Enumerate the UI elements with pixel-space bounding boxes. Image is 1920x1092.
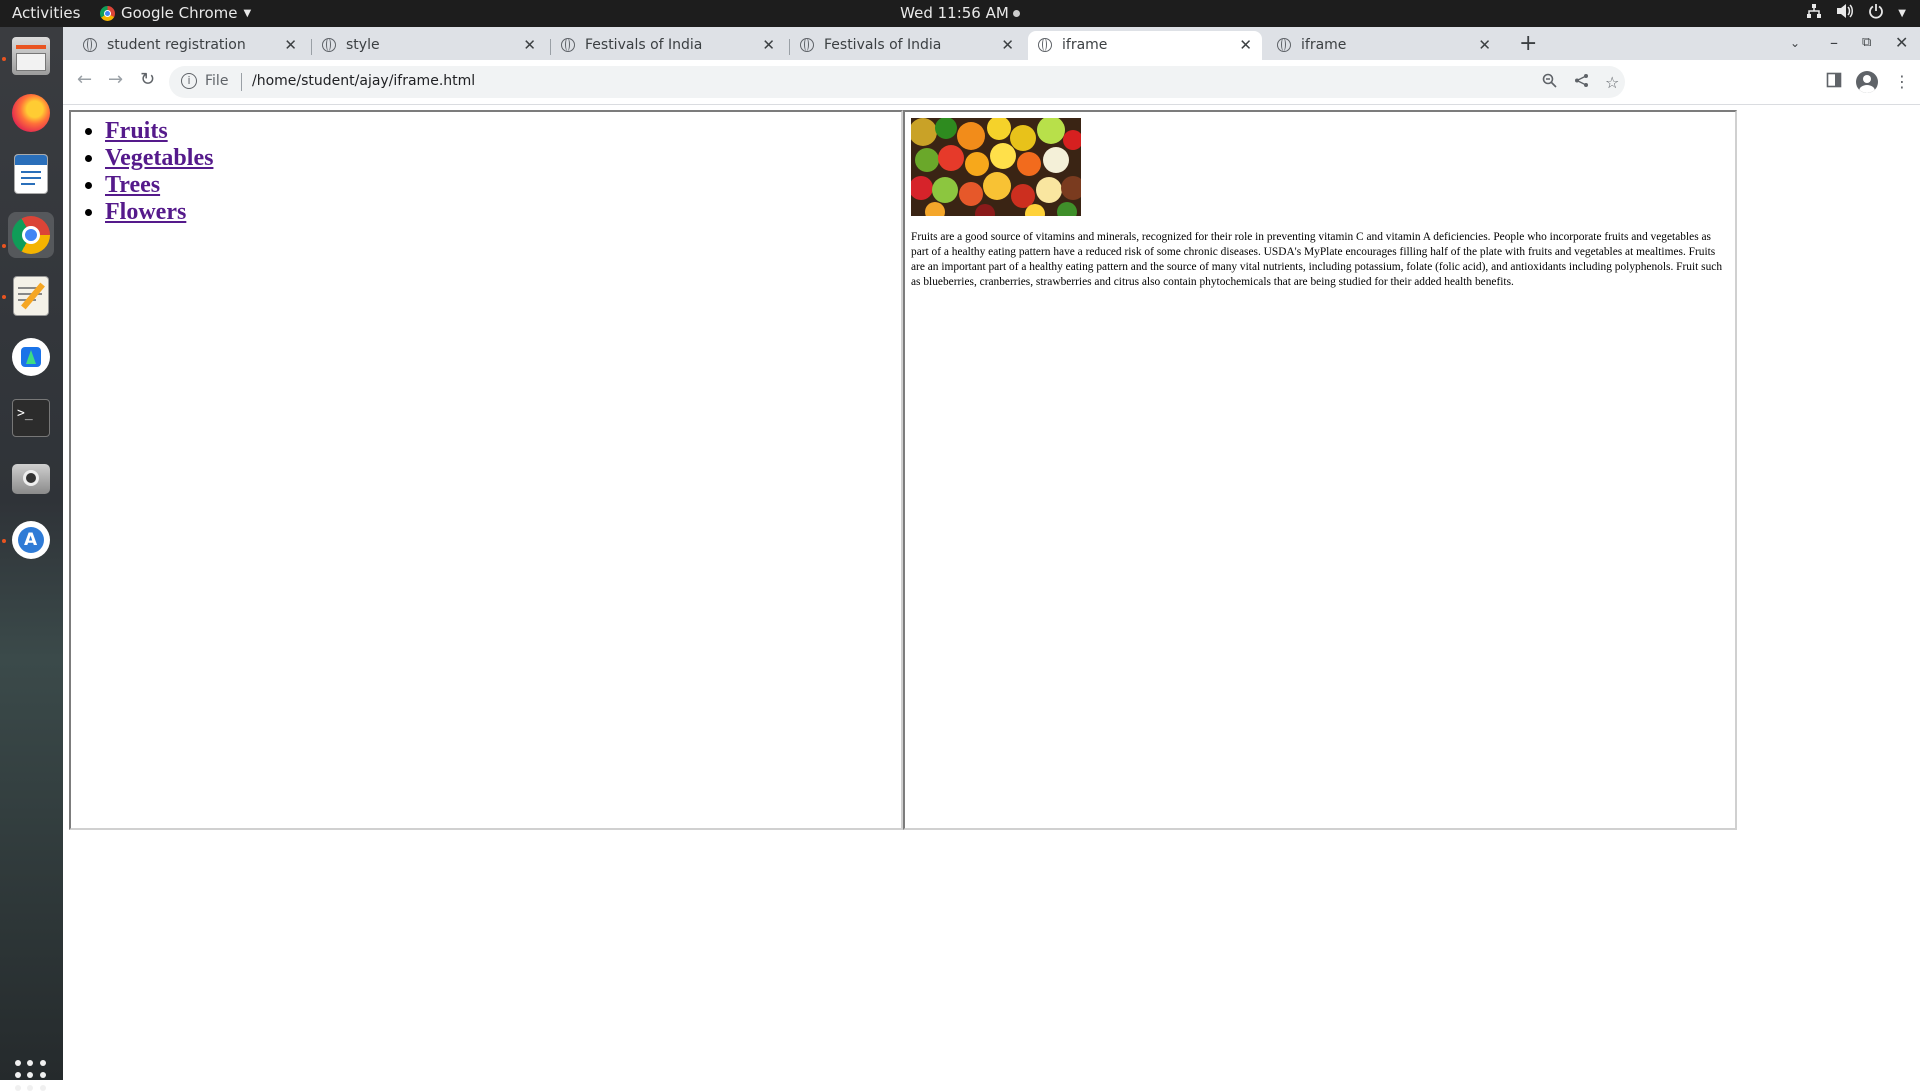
- caret-down-icon: ▼: [243, 7, 252, 19]
- page-viewport: Fruits Vegetables Trees Flowers: [63, 105, 1920, 1080]
- side-panel-icon[interactable]: [1826, 72, 1842, 92]
- share-icon[interactable]: [1574, 73, 1589, 92]
- text-editor-icon[interactable]: [8, 273, 54, 319]
- close-icon[interactable]: ✕: [1239, 31, 1252, 59]
- tab-student-registration[interactable]: student registration ✕: [73, 31, 307, 60]
- apps-grid-icon[interactable]: [15, 1060, 47, 1092]
- tab-style[interactable]: style ✕: [312, 31, 546, 60]
- tab-label: student registration: [107, 37, 246, 53]
- profile-avatar[interactable]: [1856, 71, 1878, 93]
- app-center-icon[interactable]: A: [8, 517, 54, 563]
- minimize-icon[interactable]: –: [1830, 33, 1838, 52]
- list-item: Trees: [105, 172, 901, 199]
- globe-icon: [322, 38, 336, 52]
- firefox-icon[interactable]: [8, 90, 54, 136]
- close-icon[interactable]: ✕: [284, 31, 297, 59]
- zoom-icon[interactable]: [1542, 73, 1557, 92]
- running-indicator: [2, 244, 6, 248]
- address-bar[interactable]: i File /home/student/ajay/iframe.html ☆: [169, 66, 1625, 98]
- iframe-right[interactable]: Fruits are a good source of vitamins and…: [903, 110, 1737, 830]
- scheme-divider: [241, 73, 242, 91]
- url-scheme: File: [205, 73, 229, 89]
- tab-search-icon[interactable]: ⌄: [1790, 36, 1800, 50]
- network-icon[interactable]: [1806, 3, 1822, 23]
- dock: >_ A: [0, 27, 63, 1091]
- link-fruits[interactable]: Fruits: [105, 118, 168, 144]
- app-menu-label: Google Chrome: [121, 4, 238, 22]
- link-list: Fruits Vegetables Trees Flowers: [71, 118, 901, 226]
- close-icon[interactable]: ✕: [762, 31, 775, 59]
- close-icon[interactable]: ✕: [523, 31, 536, 59]
- clock[interactable]: Wed 11:56 AM: [900, 4, 1020, 22]
- bookmark-star-icon[interactable]: ☆: [1605, 73, 1619, 92]
- android-studio-icon[interactable]: [8, 334, 54, 380]
- tab-iframe-active[interactable]: iframe ✕: [1028, 31, 1262, 60]
- url-text[interactable]: /home/student/ajay/iframe.html: [252, 73, 475, 89]
- tab-iframe[interactable]: iframe ✕: [1267, 31, 1501, 60]
- chevron-down-icon[interactable]: ▼: [1898, 8, 1906, 19]
- activities-button[interactable]: Activities: [12, 4, 80, 22]
- tab-festivals-of-india[interactable]: Festivals of India ✕: [551, 31, 785, 60]
- fruits-image: [911, 118, 1081, 216]
- menu-kebab-icon[interactable]: ⋮: [1894, 72, 1910, 91]
- new-tab-button[interactable]: +: [1519, 31, 1537, 57]
- tab-label: style: [346, 37, 380, 53]
- tab-label: iframe: [1301, 37, 1347, 53]
- close-icon[interactable]: ✕: [1001, 31, 1014, 59]
- power-icon[interactable]: [1868, 3, 1884, 23]
- writer-icon[interactable]: [8, 151, 54, 197]
- tab-label: Festivals of India: [585, 37, 703, 53]
- link-trees[interactable]: Trees: [105, 172, 160, 198]
- tab-festivals-of-india-2[interactable]: Festivals of India ✕: [790, 31, 1024, 60]
- globe-icon: [83, 38, 97, 52]
- browser-toolbar: ← → ↻ i File /home/student/ajay/iframe.h…: [63, 60, 1920, 105]
- terminal-icon[interactable]: >_: [8, 395, 54, 441]
- volume-icon[interactable]: [1836, 3, 1854, 23]
- chrome-icon: [100, 5, 115, 21]
- link-flowers[interactable]: Flowers: [105, 199, 186, 225]
- system-top-bar: Activities Google Chrome ▼ Wed 11:56 AM …: [0, 0, 1920, 27]
- files-icon[interactable]: [8, 33, 54, 79]
- reload-icon[interactable]: ↻: [140, 69, 155, 90]
- running-indicator: [2, 295, 6, 299]
- chrome-icon[interactable]: [8, 212, 54, 258]
- notification-dot: [1012, 10, 1020, 17]
- info-icon[interactable]: i: [181, 73, 197, 89]
- list-item: Flowers: [105, 199, 901, 226]
- clock-label: Wed 11:56 AM: [900, 4, 1009, 22]
- globe-icon: [800, 38, 814, 52]
- link-vegetables[interactable]: Vegetables: [105, 145, 213, 171]
- restore-icon[interactable]: ⧉: [1862, 35, 1871, 50]
- tab-label: iframe: [1062, 37, 1108, 53]
- globe-icon: [1038, 38, 1052, 52]
- close-icon[interactable]: ✕: [1478, 31, 1491, 59]
- list-item: Fruits: [105, 118, 901, 145]
- tab-label: Festivals of India: [824, 37, 942, 53]
- list-item: Vegetables: [105, 145, 901, 172]
- camera-icon[interactable]: [8, 456, 54, 502]
- globe-icon: [561, 38, 575, 52]
- app-menu[interactable]: Google Chrome ▼: [100, 4, 251, 22]
- running-indicator: [2, 539, 6, 543]
- tab-strip: student registration ✕ style ✕ Festivals…: [63, 27, 1920, 60]
- globe-icon: [1277, 38, 1291, 52]
- close-window-icon[interactable]: ✕: [1895, 33, 1908, 52]
- back-icon[interactable]: ←: [77, 69, 92, 90]
- iframe-left[interactable]: Fruits Vegetables Trees Flowers: [69, 110, 903, 830]
- fruits-description: Fruits are a good source of vitamins and…: [911, 231, 1723, 288]
- running-indicator: [2, 57, 6, 61]
- chrome-window: student registration ✕ style ✕ Festivals…: [63, 27, 1920, 1080]
- forward-icon[interactable]: →: [108, 69, 123, 90]
- system-tray[interactable]: ▼: [1806, 3, 1906, 23]
